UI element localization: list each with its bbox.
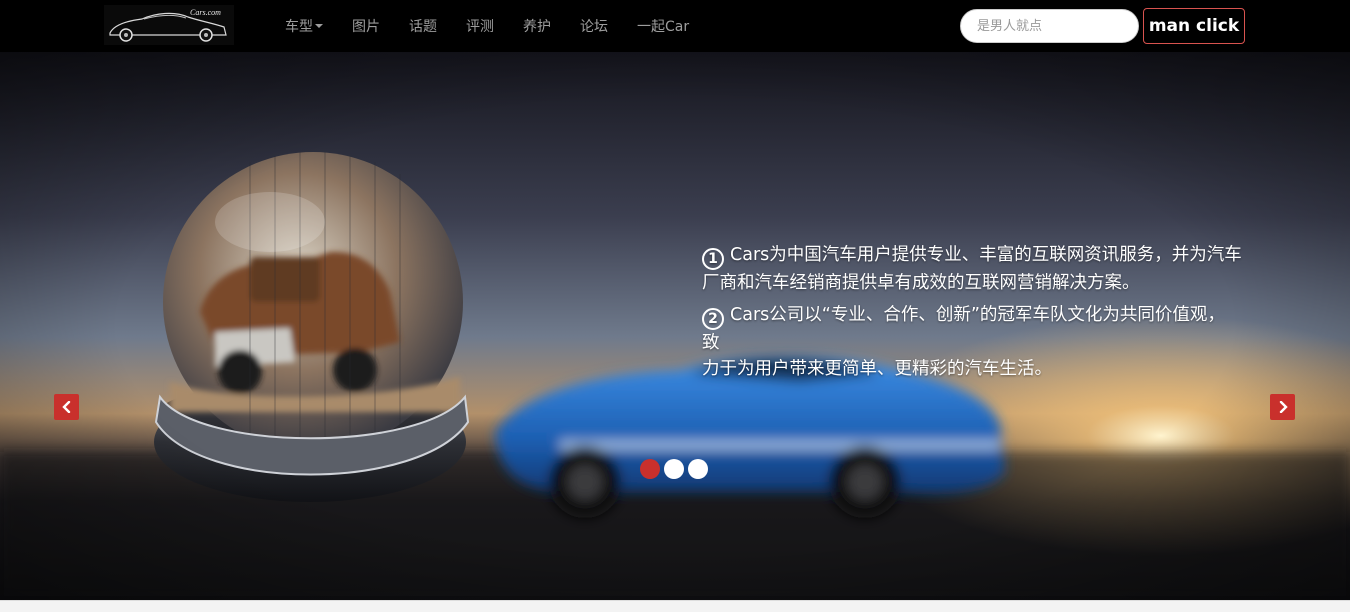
indicator-dot-2[interactable] (664, 459, 684, 479)
caption-text: Cars为中国汽车用户提供专业、丰富的互联网资讯服务，并为汽车厂商和汽车经销商提… (702, 245, 1242, 293)
top-navbar: Cars.com 车型 图片 话题 评测 养护 论坛 一起Car man cli… (0, 0, 1350, 52)
hero-carousel: 1 Cars为中国汽车用户提供专业、丰富的互联网资讯服务，并为汽车厂商和汽车经销商… (0, 52, 1350, 600)
page-bottom-edge (0, 600, 1350, 612)
nav-link-label: 车型 (285, 19, 313, 35)
logo-text: Cars.com (190, 8, 221, 17)
search-input[interactable] (960, 9, 1139, 43)
nav-link-together-car[interactable]: 一起Car (637, 16, 689, 36)
number-badge: 2 (702, 308, 724, 330)
site-logo[interactable]: Cars.com (104, 5, 234, 45)
caption-text: Cars公司以“专业、合作、创新”的冠军车队文化为共同价值观，致 (702, 305, 1225, 353)
indicator-dot-1[interactable] (640, 459, 660, 479)
chevron-right-icon (1279, 401, 1288, 413)
main-nav: 车型 图片 话题 评测 养护 论坛 一起Car (285, 0, 718, 52)
nav-link-pictures[interactable]: 图片 (352, 16, 380, 36)
carousel-prev-button[interactable] (54, 394, 79, 420)
carousel-next-button[interactable] (1270, 394, 1295, 420)
nav-link-car-models[interactable]: 车型 (285, 16, 323, 36)
caption-text-continued: 力于为用户带来更简单、更精彩的汽车生活。 (702, 359, 1052, 379)
nav-link-forum[interactable]: 论坛 (580, 16, 608, 36)
caret-down-icon (315, 24, 323, 28)
nav-link-topics[interactable]: 话题 (409, 16, 437, 36)
carousel-indicators (640, 459, 712, 479)
man-click-button[interactable]: man click (1143, 8, 1245, 44)
indicator-dot-3[interactable] (688, 459, 708, 479)
nav-link-reviews[interactable]: 评测 (466, 16, 494, 36)
chevron-left-icon (61, 401, 70, 413)
carousel-caption: 1 Cars为中国汽车用户提供专业、丰富的互联网资讯服务，并为汽车厂商和汽车经销商… (702, 242, 1242, 388)
nav-link-maintenance[interactable]: 养护 (523, 16, 551, 36)
number-badge: 1 (702, 248, 724, 270)
caption-paragraph-1: 1 Cars为中国汽车用户提供专业、丰富的互联网资讯服务，并为汽车厂商和汽车经销商… (702, 242, 1242, 296)
caption-paragraph-2: 2 Cars公司以“专业、合作、创新”的冠军车队文化为共同价值观，致 力于为用户带… (702, 302, 1242, 382)
